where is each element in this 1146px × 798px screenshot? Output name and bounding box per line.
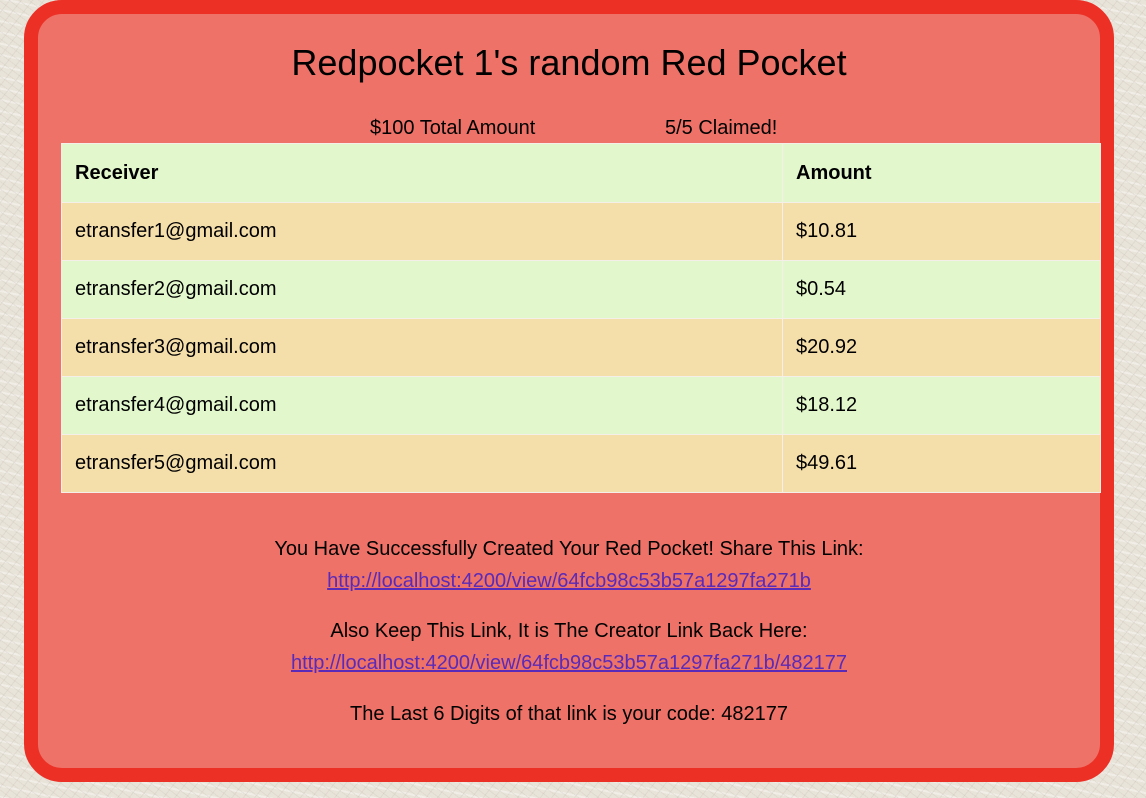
receiver-email: etransfer2@gmail.com: [61, 260, 783, 319]
receiver-amount: $10.81: [782, 202, 1101, 261]
claimed-status: 5/5 Claimed!: [665, 117, 778, 139]
share-message: You Have Successfully Created Your Red P…: [274, 538, 864, 560]
table-row: etransfer5@gmail.com $49.61: [61, 434, 1101, 493]
header-amount: Amount: [782, 143, 1101, 203]
table-row: etransfer3@gmail.com $20.92: [61, 318, 1101, 377]
creator-message: Also Keep This Link, It is The Creator L…: [330, 620, 808, 642]
receivers-table: Receiver Amount etransfer1@gmail.com $10…: [61, 143, 1101, 493]
creator-link[interactable]: http://localhost:4200/view/64fcb98c53b57…: [291, 652, 847, 674]
receiver-email: etransfer5@gmail.com: [61, 434, 783, 493]
receiver-email: etransfer4@gmail.com: [61, 376, 783, 435]
receiver-amount: $20.92: [782, 318, 1101, 377]
receiver-email: etransfer1@gmail.com: [61, 202, 783, 261]
red-pocket-card: Redpocket 1's random Red Pocket $100 Tot…: [24, 0, 1114, 782]
total-amount: $100 Total Amount: [370, 117, 536, 139]
table-row: etransfer4@gmail.com $18.12: [61, 376, 1101, 435]
share-section: You Have Successfully Created Your Red P…: [38, 533, 1100, 597]
header-receiver: Receiver: [61, 143, 783, 203]
receiver-amount: $49.61: [782, 434, 1101, 493]
receiver-email: etransfer3@gmail.com: [61, 318, 783, 377]
page-title: Redpocket 1's random Red Pocket: [291, 42, 847, 83]
table-row: etransfer2@gmail.com $0.54: [61, 260, 1101, 319]
table-row: etransfer1@gmail.com $10.81: [61, 202, 1101, 261]
share-link[interactable]: http://localhost:4200/view/64fcb98c53b57…: [327, 570, 811, 592]
creator-section: Also Keep This Link, It is The Creator L…: [38, 615, 1100, 679]
table-header-row: Receiver Amount: [61, 143, 1101, 203]
receiver-amount: $0.54: [782, 260, 1101, 319]
code-message: The Last 6 Digits of that link is your c…: [349, 703, 789, 725]
receiver-amount: $18.12: [782, 376, 1101, 435]
